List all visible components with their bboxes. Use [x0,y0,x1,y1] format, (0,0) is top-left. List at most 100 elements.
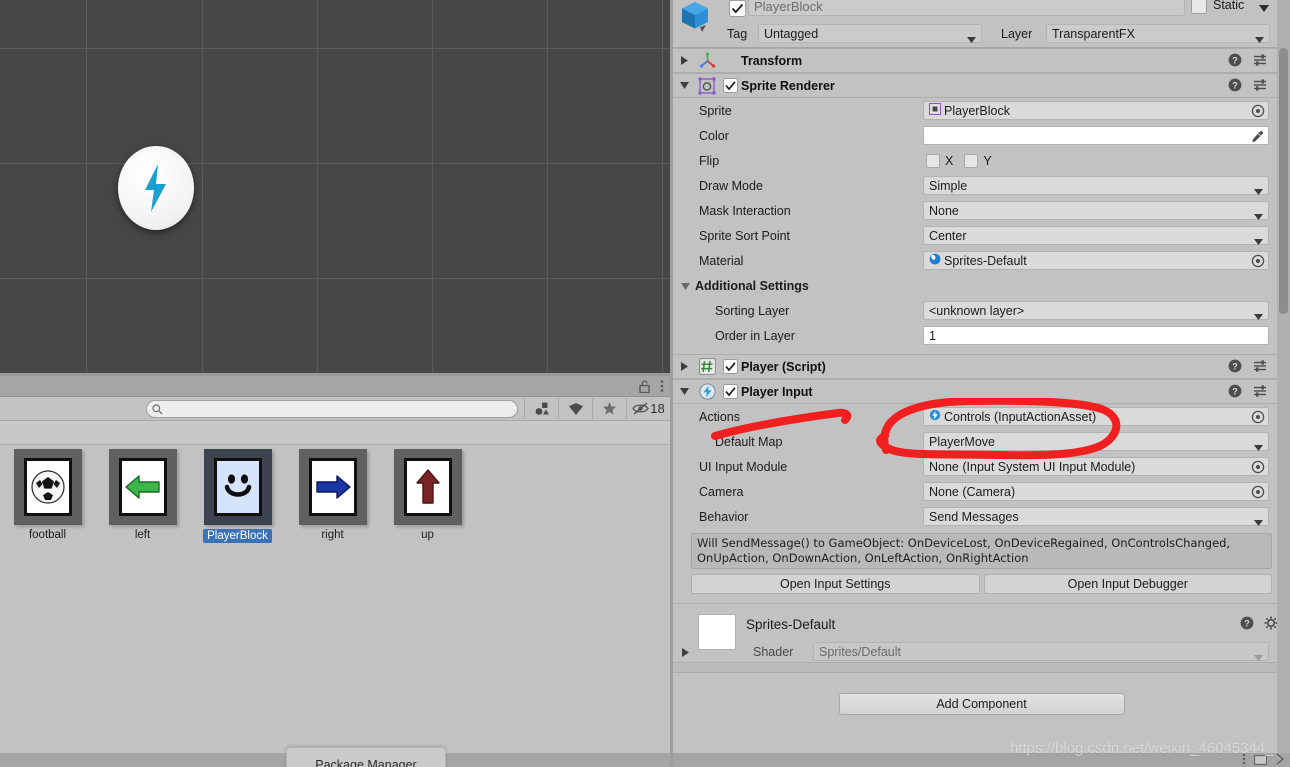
gameobject-prefab-icon [678,0,712,39]
sorting-layer-dropdown[interactable]: <unknown layer> [923,301,1269,320]
up-arrow-sprite [403,458,452,516]
preset-sliders-icon[interactable] [1253,359,1267,376]
property-value: Controls (InputActionAsset) [944,409,1097,424]
help-icon[interactable]: ? [1228,53,1242,70]
additional-settings-foldout[interactable]: Additional Settings [673,273,1290,298]
property-label: Actions [699,409,740,424]
object-picker-icon[interactable] [1251,410,1265,428]
hidden-eye-icon [632,402,649,415]
scene-view[interactable] [0,0,670,373]
eyedropper-icon[interactable] [1251,130,1264,147]
order-in-layer-input[interactable]: 1 [923,326,1269,345]
object-picker-icon[interactable] [1251,460,1265,478]
sprite-sort-point-dropdown[interactable]: Center [923,226,1269,245]
gameobject-name-field[interactable]: PlayerBlock [748,0,1185,16]
asset-thumbnail[interactable] [298,449,367,525]
component-enabled-checkbox[interactable] [719,359,741,374]
asset-thumbnail[interactable] [203,449,272,525]
component-header-sprite-renderer[interactable]: Sprite Renderer ? [673,73,1290,98]
svg-text:?: ? [1232,387,1238,397]
tag-dropdown[interactable]: Untagged [758,24,982,43]
material-object-field[interactable]: Sprites-Default [923,251,1269,270]
project-toolbar: 18 [0,397,670,421]
layer-dropdown[interactable]: TransparentFX [1046,24,1270,43]
scene-grid-line [662,0,663,373]
help-icon[interactable]: ? [1228,359,1242,376]
camera-object-field[interactable]: None (Camera) [923,482,1269,501]
asset-item-right[interactable]: right [285,449,380,541]
default-map-dropdown[interactable]: PlayerMove [923,432,1269,451]
asset-thumbnail[interactable] [13,449,82,525]
asset-item-football[interactable]: football [0,449,95,541]
asset-thumbnail[interactable] [393,449,462,525]
favorite-star-icon[interactable] [592,398,626,419]
draw-mode-dropdown[interactable]: Simple [923,176,1269,195]
help-icon[interactable]: ? [1228,384,1242,401]
behavior-dropdown[interactable]: Send Messages [923,507,1269,526]
component-header-transform[interactable]: Transform ? [673,48,1290,73]
property-label: Order in Layer [715,328,795,343]
preset-sliders-icon[interactable] [1253,78,1267,95]
component-header-player-script[interactable]: Player (Script) ? [673,354,1290,379]
chevron-down-icon [1254,514,1263,530]
unity-lightning-gizmo[interactable] [118,146,194,230]
asset-item-up[interactable]: up [380,449,475,541]
flip-x-checkbox[interactable] [926,153,940,168]
actions-object-field[interactable]: Controls (InputActionAsset) [923,407,1269,426]
component-enabled-checkbox[interactable] [719,78,741,93]
chevron-down-icon [967,31,976,47]
ui-input-module-object-field[interactable]: None (Input System UI Input Module) [923,457,1269,476]
property-row-sprite: Sprite PlayerBlock [673,98,1290,123]
gameobject-enabled-checkbox[interactable] [729,0,746,20]
mask-interaction-dropdown[interactable]: None [923,201,1269,220]
chevron-down-icon[interactable] [1259,1,1269,15]
hidden-count-indicator[interactable]: 18 [626,398,670,419]
static-checkbox[interactable] [1191,0,1207,17]
component-enabled-checkbox[interactable] [719,384,741,399]
preset-sliders-icon[interactable] [1253,384,1267,401]
gameobject-header: PlayerBlock Static Tag Untagged Layer Tr… [673,0,1290,48]
gear-icon[interactable] [1264,616,1278,633]
sprite-object-field[interactable]: PlayerBlock [923,101,1269,120]
help-icon[interactable]: ? [1228,78,1242,95]
football-sprite [23,458,72,516]
color-field[interactable] [923,126,1269,145]
lightning-bolt-icon [145,164,166,212]
foldout-collapsed-icon[interactable] [673,362,695,371]
property-value: None (Camera) [929,484,1016,499]
chevron-down-icon [1254,233,1263,249]
add-component-button[interactable]: Add Component [838,693,1125,715]
component-header-player-input[interactable]: Player Input ? [673,379,1290,404]
help-icon[interactable]: ? [1240,616,1254,633]
open-input-settings-button[interactable]: Open Input Settings [691,574,980,594]
input-action-asset-icon [929,409,941,425]
asset-filter-icon[interactable] [524,398,558,419]
foldout-collapsed-icon[interactable] [673,56,695,65]
object-picker-icon[interactable] [1251,485,1265,503]
object-picker-icon[interactable] [1251,104,1265,122]
tab-package-manager[interactable]: Package Manager [286,747,446,767]
foldout-expanded-icon[interactable] [673,82,695,89]
asset-thumbnail[interactable] [108,449,177,525]
foldout-collapsed-icon[interactable] [682,646,689,660]
object-picker-icon[interactable] [1251,254,1265,272]
inspector-scrollbar-thumb[interactable] [1279,48,1288,314]
label-filter-icon[interactable] [558,398,592,419]
chevron-right-icon[interactable] [1276,753,1285,767]
open-input-debugger-button[interactable]: Open Input Debugger [983,574,1272,594]
asset-item-left[interactable]: left [95,449,190,541]
project-empty-area[interactable] [0,541,670,747]
foldout-expanded-icon[interactable] [673,388,695,395]
kebab-menu-icon[interactable] [660,379,664,396]
property-row-sorting-layer: Sorting Layer <unknown layer> [673,298,1290,323]
asset-item-playerblock[interactable]: PlayerBlock [190,449,285,543]
chevron-down-icon [1254,439,1263,455]
flip-y-checkbox[interactable] [964,153,979,168]
inspector-scrollbar[interactable] [1277,0,1290,767]
search-input[interactable] [146,400,518,418]
preset-sliders-icon[interactable] [1253,53,1267,70]
lock-open-icon[interactable] [639,379,650,396]
scene-grid-line [547,0,548,373]
left-arrow-sprite [118,458,167,516]
shader-dropdown[interactable]: Sprites/Default [813,642,1269,661]
